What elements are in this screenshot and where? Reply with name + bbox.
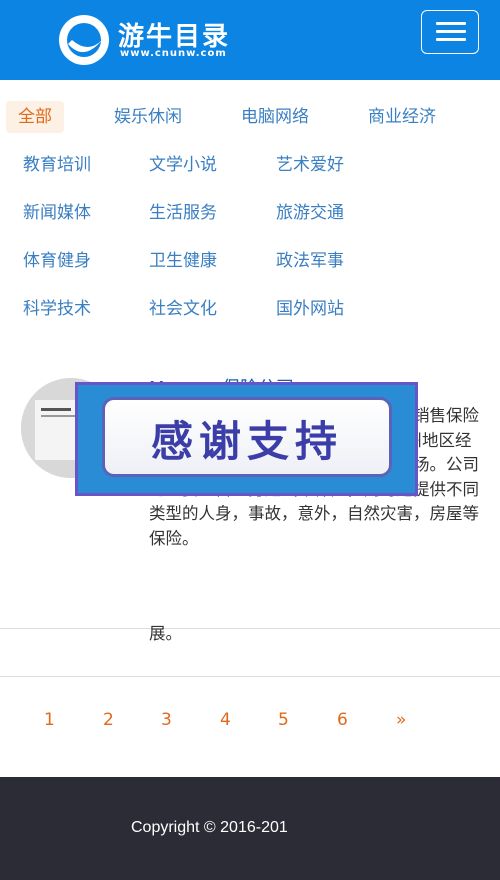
category-item[interactable]: 社会文化 [137,293,229,325]
thanks-text: 感谢支持 [150,417,343,466]
category-item[interactable]: 文学小说 [137,149,229,181]
category-item[interactable]: 政法军事 [264,245,356,277]
category-all[interactable]: 全部 [6,101,64,133]
page-link[interactable]: 1 [44,710,55,730]
category-item[interactable]: 娱乐休闲 [102,101,194,133]
divider [0,676,500,677]
logo-swirl-icon [59,15,109,65]
category-item[interactable]: 科学技术 [11,293,103,325]
thanks-popup: 感谢支持 [75,382,418,496]
hamburger-menu-icon [436,22,466,25]
category-item[interactable]: 艺术爱好 [264,149,356,181]
site-header: 游牛目录 www.cnunw.com [0,0,500,80]
category-item[interactable]: 国外网站 [264,293,356,325]
site-footer: Copyright © 2016-201 [0,777,500,880]
category-item[interactable]: 体育健身 [11,245,103,277]
category-item[interactable]: 卫生健康 [137,245,229,277]
page-link[interactable]: 3 [161,710,172,730]
category-item[interactable]: 商业经济 [356,101,448,133]
category-item[interactable]: 新闻媒体 [11,197,103,229]
category-item[interactable]: 电脑网络 [229,101,321,133]
page-link[interactable]: 5 [278,710,289,730]
thanks-banner: 感谢支持 [102,397,392,477]
page-link[interactable]: 2 [103,710,114,730]
page-link[interactable]: 4 [220,710,231,730]
category-item[interactable]: 生活服务 [137,197,229,229]
article-tail-text: 展。 [149,624,182,643]
page-link[interactable]: 6 [337,710,348,730]
category-item[interactable]: 旅游交通 [264,197,356,229]
menu-button[interactable] [421,10,479,54]
logo-url: www.cnunw.com [120,48,227,59]
category-item[interactable]: 教育培训 [11,149,103,181]
copyright-text: Copyright © 2016-201 [131,819,288,836]
next-page-link[interactable]: » [396,710,406,730]
